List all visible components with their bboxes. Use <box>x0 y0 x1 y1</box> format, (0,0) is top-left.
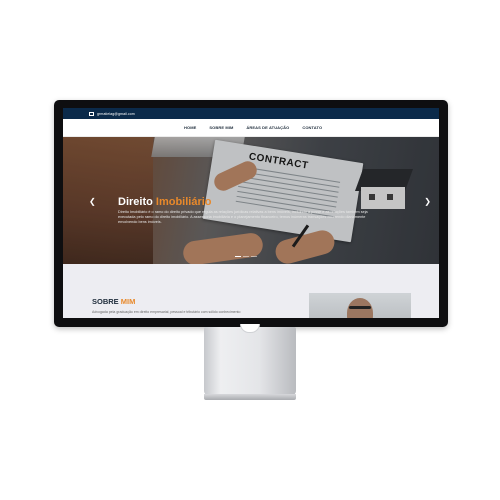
lawyer-photo <box>309 293 411 318</box>
monitor-stand-base <box>204 394 296 400</box>
about-section: SOBRE MIM Advogada pela graduação em dir… <box>63 264 439 318</box>
chevron-left-icon[interactable]: ❮ <box>89 197 96 206</box>
slider-dot[interactable] <box>243 255 249 257</box>
slider-dot[interactable] <box>235 255 241 257</box>
mail-icon <box>89 111 94 116</box>
nav-item-home[interactable]: HOME <box>184 125 196 130</box>
about-title: SOBRE MIM <box>92 297 135 306</box>
hero-description: Direito Imobiliário é o ramo do direito … <box>118 210 368 224</box>
contact-bar: grmatielag@gmail.com <box>63 108 439 119</box>
nav-item-contato[interactable]: CONTATO <box>302 125 322 130</box>
hero-title-main: Direito <box>118 196 153 208</box>
slider-dots <box>235 255 257 257</box>
email-link[interactable]: grmatielag@gmail.com <box>97 112 135 116</box>
slider-dot[interactable] <box>251 255 257 257</box>
monitor-stand <box>204 327 296 395</box>
nav-item-areas-de-atuacao[interactable]: ÁREAS DE ATUAÇÃO <box>246 125 289 130</box>
nav-item-sobre-mim[interactable]: SOBRE MIM <box>209 125 233 130</box>
chevron-right-icon[interactable]: ❯ <box>424 197 431 206</box>
hero-title-accent: Imobiliário <box>155 196 212 208</box>
about-title-main: SOBRE <box>92 297 119 306</box>
website-screen: grmatielag@gmail.com HOME SOBRE MIM ÁREA… <box>63 108 439 318</box>
about-text: Advogada pela graduação em direito empre… <box>92 310 241 314</box>
hero-title: Direito Imobiliário <box>118 196 212 208</box>
main-nav: HOME SOBRE MIM ÁREAS DE ATUAÇÃO CONTATO <box>63 119 439 137</box>
about-title-accent: MIM <box>120 297 136 306</box>
hero-slider: CONTRACT Direito Imobiliário Direito Imo… <box>63 137 439 264</box>
monitor: grmatielag@gmail.com HOME SOBRE MIM ÁREA… <box>54 100 448 327</box>
